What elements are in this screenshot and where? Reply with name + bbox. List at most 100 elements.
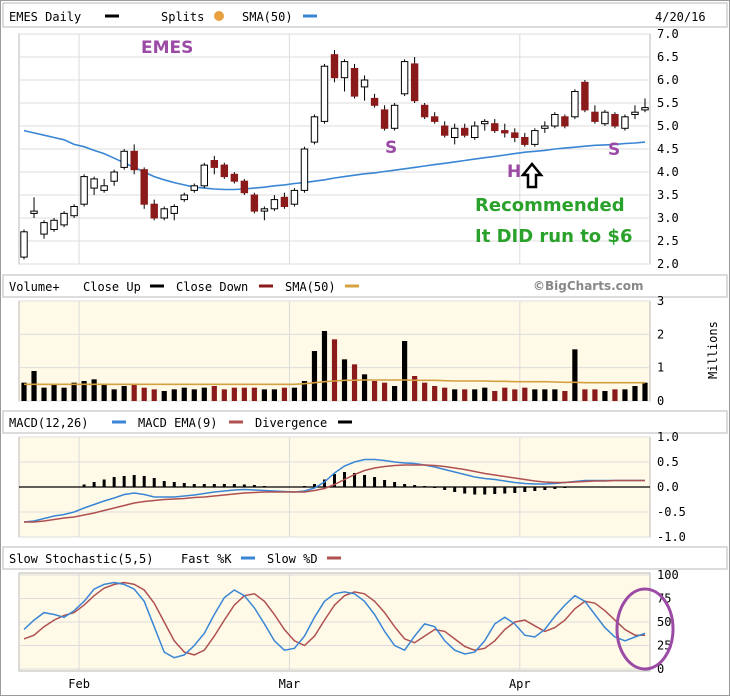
- volume-bar: [381, 382, 388, 401]
- candle-body: [260, 208, 269, 212]
- volume-bar: [161, 391, 167, 401]
- volume-bar: [592, 389, 598, 401]
- volume-title: Volume+: [9, 280, 60, 294]
- macd-tick-label: 0.0: [657, 480, 679, 494]
- volume-bar: [552, 389, 558, 401]
- divergence-bar: [142, 476, 146, 487]
- divergence-bar: [172, 482, 176, 487]
- divergence-bar: [513, 487, 517, 493]
- candle-body: [501, 130, 509, 134]
- price-tick-label: 6.5: [657, 50, 679, 64]
- volume-bar: [21, 382, 27, 401]
- macd-panel: MACD(12,26) MACD EMA(9) Divergence 1.0 0.…: [2, 410, 728, 544]
- macd-y-axis: 1.0 0.5 0.0 -0.5 -1.0: [657, 430, 686, 544]
- price-tick-label: 3.0: [657, 211, 679, 225]
- candle-body: [541, 125, 549, 129]
- candle-body: [330, 54, 339, 79]
- divergence-bar: [433, 487, 437, 488]
- volume-bar: [532, 389, 538, 401]
- divergence-bar: [423, 486, 427, 487]
- candle-body: [450, 127, 459, 139]
- volume-bar: [51, 384, 57, 401]
- candle-body: [200, 164, 208, 187]
- volume-bar: [602, 391, 608, 401]
- divergence-bar: [543, 487, 547, 490]
- candle-body: [461, 127, 469, 136]
- divergence-bar: [363, 475, 367, 487]
- candle-body: [280, 196, 289, 208]
- divergence-bar: [443, 487, 447, 490]
- volume-bar: [442, 387, 448, 401]
- divergence-bar: [383, 480, 387, 487]
- volume-bar: [281, 387, 288, 401]
- divergence-bar: [503, 487, 507, 494]
- volume-bar: [191, 389, 197, 401]
- candle-body: [551, 114, 559, 127]
- candle-body: [240, 180, 249, 194]
- divergence-bar: [232, 484, 236, 487]
- candle-body: [140, 169, 148, 205]
- candle-body: [370, 97, 379, 106]
- result-annotation: It DID run to $6: [475, 226, 632, 247]
- x-tick-label: Feb: [68, 677, 90, 691]
- price-tick-label: 6.0: [657, 73, 679, 87]
- volume-bar: [261, 389, 267, 401]
- volume-bar: [422, 382, 428, 401]
- candle-body: [340, 61, 349, 79]
- volume-bar: [321, 331, 328, 401]
- candle-body: [641, 107, 649, 111]
- price-tick-label: 2.0: [657, 257, 679, 271]
- divergence-bar: [463, 487, 467, 494]
- price-tick-label: 2.5: [657, 234, 679, 248]
- volume-bar: [131, 384, 137, 401]
- candle-body: [250, 194, 259, 212]
- macd-tick-label: 0.5: [657, 455, 679, 469]
- volume-tick-label: 0: [657, 394, 664, 408]
- candle-body: [491, 123, 499, 132]
- candle-body: [561, 116, 569, 127]
- candle-body: [100, 185, 108, 191]
- volume-bar: [101, 384, 107, 401]
- volume-bar: [241, 387, 247, 401]
- candle-body: [180, 194, 188, 201]
- volume-bar: [502, 387, 508, 401]
- candle-body: [270, 199, 279, 210]
- volume-panel: Volume+ Close Up Close Down SMA(50) ©Big…: [2, 274, 728, 408]
- volume-y-axis: 0 1 2 3: [657, 294, 664, 408]
- candle-body: [290, 189, 299, 205]
- stochastic-tick-label: 100: [657, 568, 679, 582]
- close-up-label: Close Up: [83, 280, 141, 294]
- divergence-bar: [242, 484, 246, 487]
- price-title: EMES Daily: [9, 10, 81, 24]
- volume-bar: [452, 389, 458, 401]
- volume-bar: [41, 387, 47, 401]
- copyright-text: ©BigCharts.com: [533, 279, 644, 293]
- divergence-bar: [112, 477, 116, 487]
- x-axis-labels: Feb Mar Apr: [68, 677, 530, 691]
- candle-body: [210, 160, 219, 168]
- candle-body: [521, 137, 529, 145]
- candle-body: [190, 185, 198, 191]
- divergence-bar: [563, 487, 567, 488]
- macd-tick-label: 1.0: [657, 430, 679, 444]
- candle-body: [310, 116, 319, 143]
- chart-frame: EMES Daily Splits SMA(50) 4/20/16 2.0 2.5…: [0, 0, 730, 696]
- candle-body: [130, 150, 138, 171]
- price-tick-label: 4.0: [657, 165, 679, 179]
- volume-tick-label: 3: [657, 294, 664, 308]
- shoulder-right-label: S: [608, 140, 620, 160]
- volume-bar: [512, 389, 518, 401]
- price-tick-label: 7.0: [657, 27, 679, 41]
- volume-bar: [562, 391, 568, 401]
- price-y-axis: 2.0 2.5 3.0 3.5 4.0 4.5 5.0 5.5 6.0 6.5 7.0: [657, 27, 679, 271]
- volume-bar: [61, 387, 67, 401]
- volume-bar: [542, 389, 548, 401]
- divergence-bar: [152, 478, 156, 487]
- volume-bar: [402, 341, 408, 401]
- divergence-bar: [192, 484, 196, 487]
- volume-bar: [31, 371, 37, 401]
- price-tick-label: 5.0: [657, 119, 679, 133]
- divergence-bar: [403, 484, 407, 487]
- volume-bar: [582, 389, 588, 401]
- volume-units-label: Millions: [706, 321, 720, 379]
